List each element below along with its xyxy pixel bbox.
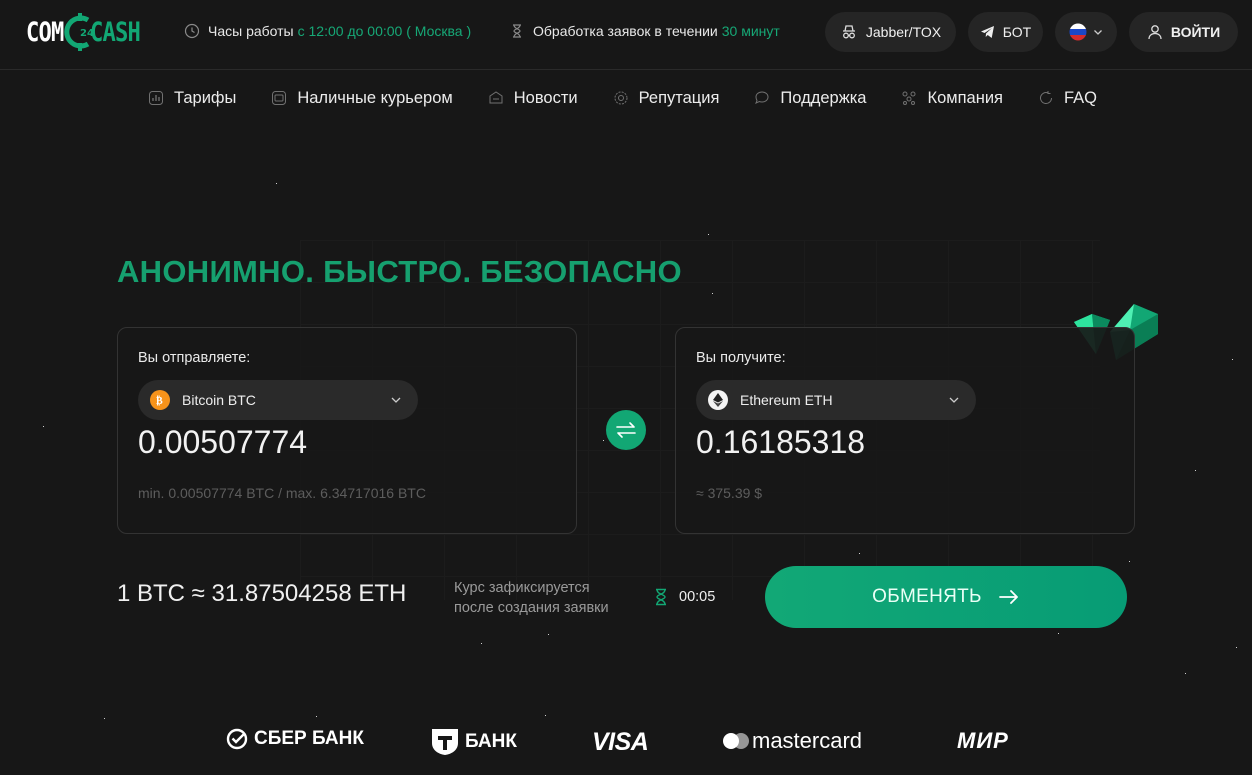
nav-item-tariffs[interactable]: Тарифы	[148, 89, 236, 108]
rate-note-line2: после создания заявки	[454, 600, 609, 616]
visa-logo: VISA	[592, 728, 649, 757]
news-icon	[488, 90, 504, 106]
mir-text: МИР	[957, 728, 1009, 753]
nav-label: Наличные курьером	[297, 88, 453, 107]
hourglass-icon	[653, 588, 669, 606]
sberbank-logo: СБЕР БАНК	[226, 728, 364, 750]
swap-arrows-icon	[615, 421, 637, 439]
send-label: Вы отправляете:	[138, 350, 251, 366]
mastercard-text: mastercard	[752, 728, 863, 753]
nav-item-support[interactable]: Поддержка	[754, 89, 866, 108]
mastercard-circles-icon	[722, 732, 750, 750]
nav-label: Тарифы	[174, 88, 237, 107]
chat-icon	[754, 90, 770, 106]
processing-label: Обработка заявок в течении	[533, 23, 718, 39]
rate-note-line1: Курс зафиксируется	[454, 580, 590, 596]
logo-text-com: COM	[26, 16, 64, 48]
receive-label: Вы получите:	[696, 350, 786, 366]
nav-label: Репутация	[638, 88, 720, 107]
rate-note: Курс зафиксируется после создания заявки	[454, 578, 609, 618]
rate-timer: 00:05	[653, 588, 715, 606]
ethereum-icon	[708, 390, 728, 410]
bot-label: БОТ	[1002, 24, 1032, 40]
send-card: Вы отправляете: ₿ Bitcoin BTC min. 0.005…	[117, 327, 577, 534]
working-hours: Часы работы с 12:00 до 00:00 ( Москва )	[184, 23, 471, 39]
spy-icon	[840, 24, 858, 40]
sberbank-text: СБЕР БАНК	[254, 728, 364, 749]
tbank-shield-icon	[431, 728, 459, 756]
telegram-icon	[980, 25, 995, 39]
hourglass-icon	[509, 23, 525, 39]
nav-label: Компания	[927, 88, 1003, 107]
russia-flag-icon	[1069, 23, 1087, 41]
login-button[interactable]: ВОЙТИ	[1129, 12, 1238, 52]
send-currency-name: Bitcoin BTC	[182, 392, 256, 408]
nav-item-cash-courier[interactable]: Наличные курьером	[271, 88, 453, 108]
refresh-icon	[1038, 90, 1054, 106]
chevron-down-icon	[1093, 27, 1103, 37]
visa-text: VISA	[592, 728, 649, 756]
nav-item-news[interactable]: Новости	[488, 89, 578, 108]
exchange-rate: 1 BTC ≈ 31.87504258 ETH	[117, 580, 407, 607]
jabber-tox-label: Jabber/TOX	[865, 24, 942, 40]
main-nav: Тарифы Наличные курьером Новости Репутац…	[148, 86, 1132, 110]
arrow-right-icon	[998, 589, 1020, 605]
clock-icon	[184, 23, 200, 39]
wallet-icon	[271, 90, 287, 106]
processing-value: 30 минут	[721, 23, 780, 39]
tbank-text: БАНК	[465, 731, 517, 752]
nav-label: FAQ	[1064, 88, 1098, 107]
timer-value: 00:05	[679, 589, 716, 605]
send-amount-input[interactable]	[138, 424, 538, 461]
receive-currency-name: Ethereum ETH	[740, 392, 833, 408]
send-currency-select[interactable]: ₿ Bitcoin BTC	[138, 380, 418, 420]
svg-text:₿: ₿	[156, 395, 163, 406]
receive-card: Вы получите: Ethereum ETH ≈ 375.39 $	[675, 327, 1135, 534]
jabber-tox-button[interactable]: Jabber/TOX	[825, 12, 956, 52]
tbank-logo: БАНК	[431, 728, 517, 756]
login-label: ВОЙТИ	[1170, 24, 1221, 40]
exchange-button-label: ОБМЕНЯТЬ	[872, 586, 982, 607]
nav-label: Новости	[513, 88, 578, 107]
nav-item-faq[interactable]: FAQ	[1038, 89, 1097, 108]
mir-logo: МИР	[957, 728, 1009, 754]
processing-time: Обработка заявок в течении 30 минут	[509, 23, 780, 39]
receive-amount-input[interactable]	[696, 424, 1096, 461]
chevron-down-icon	[390, 393, 402, 405]
team-icon	[901, 90, 917, 106]
logo[interactable]: COM 24 CASH	[26, 12, 151, 52]
send-limits: min. 0.00507774 BTC / max. 6.34717016 BT…	[138, 485, 426, 501]
hero-headline: АНОНИМНО. БЫСТРО. БЕЗОПАСНО	[117, 254, 682, 289]
exchange-button[interactable]: ОБМЕНЯТЬ	[765, 566, 1127, 628]
nav-label: Поддержка	[780, 88, 867, 107]
top-header: COM 24 CASH Часы работы с 12:00 до 00:00…	[0, 0, 1252, 70]
nav-item-reputation[interactable]: Репутация	[613, 88, 720, 108]
language-selector[interactable]	[1055, 12, 1117, 52]
working-hours-label: Часы работы	[208, 23, 294, 39]
gear-icon	[613, 90, 629, 106]
working-hours-value: с 12:00 до 00:00 ( Москва )	[297, 23, 472, 39]
receive-usd-value: ≈ 375.39 $	[696, 485, 763, 501]
mastercard-logo: mastercard	[722, 728, 862, 754]
user-icon	[1147, 24, 1163, 40]
bot-button[interactable]: БОТ	[968, 12, 1043, 52]
chevron-down-icon	[948, 393, 960, 405]
bitcoin-icon: ₿	[150, 390, 170, 410]
sber-check-icon	[226, 728, 248, 750]
chart-icon	[148, 90, 164, 106]
logo-text-cash: CASH	[89, 16, 141, 48]
receive-currency-select[interactable]: Ethereum ETH	[696, 380, 976, 420]
swap-button[interactable]	[606, 410, 646, 450]
nav-item-company[interactable]: Компания	[901, 89, 1003, 108]
